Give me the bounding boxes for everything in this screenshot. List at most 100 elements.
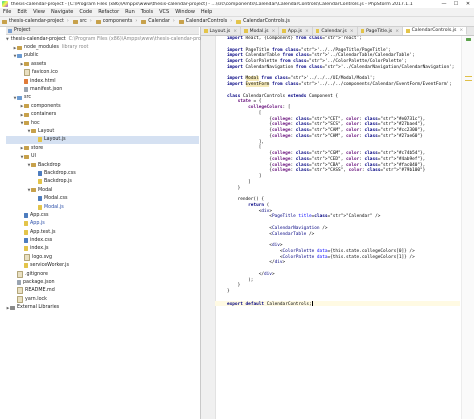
tree-item[interactable]: ▼ UI [6,152,199,160]
breadcrumb-item[interactable]: thesis-calendar-project › [0,19,71,24]
editor-tab[interactable]: PageTitle.js × [358,27,404,35]
editor-tab[interactable]: App.js × [279,27,313,35]
minimize-button[interactable]: — [438,1,450,7]
close-tab-icon[interactable]: × [459,28,463,33]
tree-item[interactable]: App.test.js [6,228,199,236]
menu-view[interactable]: View [30,9,48,15]
tree-item-label: Layout [38,128,55,134]
file-icon [24,69,30,77]
menu-edit[interactable]: Edit [14,9,30,15]
scroll-marker[interactable] [465,76,472,77]
tree-item-label: README.md [25,288,55,294]
tree-item[interactable]: favicon.ico [6,69,199,77]
code-editor[interactable]: import React, {Component} from class="st… [215,36,460,419]
tree-item[interactable]: ▼ thesis-calendar-project C:\Program Files… [6,35,210,43]
project-panel-title: Project [14,28,31,33]
js-file-icon [24,229,28,235]
tree-item[interactable]: Modal.css [6,194,199,202]
maximize-button[interactable]: ☐ [450,1,462,7]
folder-icon [17,45,22,50]
folder-icon [95,19,101,24]
tree-item[interactable]: Modal.js [6,203,199,211]
tree-item[interactable]: yarn.lock [6,295,199,303]
tree-item[interactable]: ▶ components [6,102,199,110]
tree-item[interactable]: logo.svg [6,253,199,261]
file-icon [17,287,23,295]
tree-item[interactable]: README.md [6,287,199,295]
tree-item-hint: library root [61,45,89,51]
tree-item[interactable]: package.json [6,278,199,286]
menu-vcs[interactable]: VCS [156,9,172,15]
menu-help[interactable]: Help [198,9,215,15]
scroll-marker[interactable] [465,80,472,81]
tree-item-label: hoc [31,120,40,126]
inspection-status-icon[interactable] [466,38,471,41]
menu-refactor[interactable]: Refactor [95,9,122,15]
breadcrumb-item[interactable]: components › [94,19,140,24]
close-tab-icon[interactable]: × [233,29,237,34]
tree-item[interactable]: serviceWorker.js [6,262,199,270]
chevron-right-icon: › [135,19,138,24]
tree-item-label: Backdrop.css [44,170,76,176]
menu-window[interactable]: Window [172,9,198,15]
tree-item-label: Modal [38,187,53,193]
tree-item-label: logo.svg [32,254,53,260]
tree-item[interactable]: ▼ Modal [6,186,199,194]
tree-item[interactable]: App.js [6,220,199,228]
tree-item[interactable]: ▼ hoc [6,119,199,127]
tree-item[interactable]: ▶ assets [6,60,199,68]
folder-icon [72,19,78,24]
tree-item[interactable]: index.js [6,245,199,253]
editor-tab[interactable]: Modal.js × [241,27,280,35]
breadcrumb-item[interactable]: Calendar › [139,19,177,24]
tree-item[interactable]: index.html [6,77,199,85]
folder-icon [24,104,29,109]
close-button[interactable]: ✕ [462,1,474,7]
code-line[interactable]: export default CalendarControls; [215,300,460,307]
file-icon [17,295,23,303]
menu-code[interactable]: Code [76,9,95,15]
editor-tab-label: Calendar.js [321,28,347,34]
expand-arrow-down-icon[interactable]: ▼ [6,37,9,41]
tree-item-label: yarn.lock [25,296,47,302]
project-panel-header[interactable]: Project [6,27,199,35]
tree-item[interactable]: .gitignore [6,270,199,278]
tree-item[interactable]: Backdrop.css [6,169,199,177]
tree-item[interactable]: index.css [6,236,199,244]
tree-item[interactable]: ▼ public [6,52,199,60]
tree-item-label: src [24,95,32,101]
editor-tab[interactable]: Calendar.js × [313,27,358,35]
editor-tab[interactable]: CalendarControls.js × [403,27,468,35]
tree-item[interactable]: Backdrop.js [6,178,199,186]
html-file-icon [24,78,28,84]
close-tab-icon[interactable]: × [350,29,354,34]
breadcrumb-item[interactable]: CalendarControls › [177,19,234,24]
tree-item-label: public [24,53,39,59]
tree-item[interactable]: ▼ Backdrop [6,161,199,169]
menu-navigate[interactable]: Navigate [48,9,76,15]
menu-tools[interactable]: Tools [138,9,156,15]
tree-item[interactable]: ▼ Layout [6,127,199,135]
editor-scrollbar[interactable] [461,36,474,419]
tree-item-label: containers [31,112,57,118]
close-tab-icon[interactable]: × [305,29,309,34]
editor-tab[interactable]: Layout.js × [201,27,242,35]
tree-item[interactable]: manifest.json [6,85,199,93]
tree-item[interactable]: Layout.js [6,135,199,145]
editor-tab-label: CalendarControls.js [411,28,457,33]
breadcrumb-item[interactable]: src › [71,19,94,24]
js-file-icon [38,204,42,210]
close-tab-icon[interactable]: × [395,29,399,34]
tree-item[interactable]: ▶ store [6,144,199,152]
tree-item[interactable]: ▼ src [6,94,199,102]
tree-item[interactable]: ▶ containers [6,111,199,119]
tree-item[interactable]: App.css [6,211,199,219]
tree-item[interactable]: ▶ node_modules library root [6,43,199,51]
breadcrumb-item[interactable]: CalendarControls.js [234,19,292,24]
menu-run[interactable]: Run [122,9,138,15]
js-file-icon [236,19,242,24]
close-tab-icon[interactable]: × [272,29,276,34]
tree-item[interactable]: ▶ External Libraries [6,304,199,312]
menu-file[interactable]: File [0,9,14,15]
folder-icon [24,154,29,159]
